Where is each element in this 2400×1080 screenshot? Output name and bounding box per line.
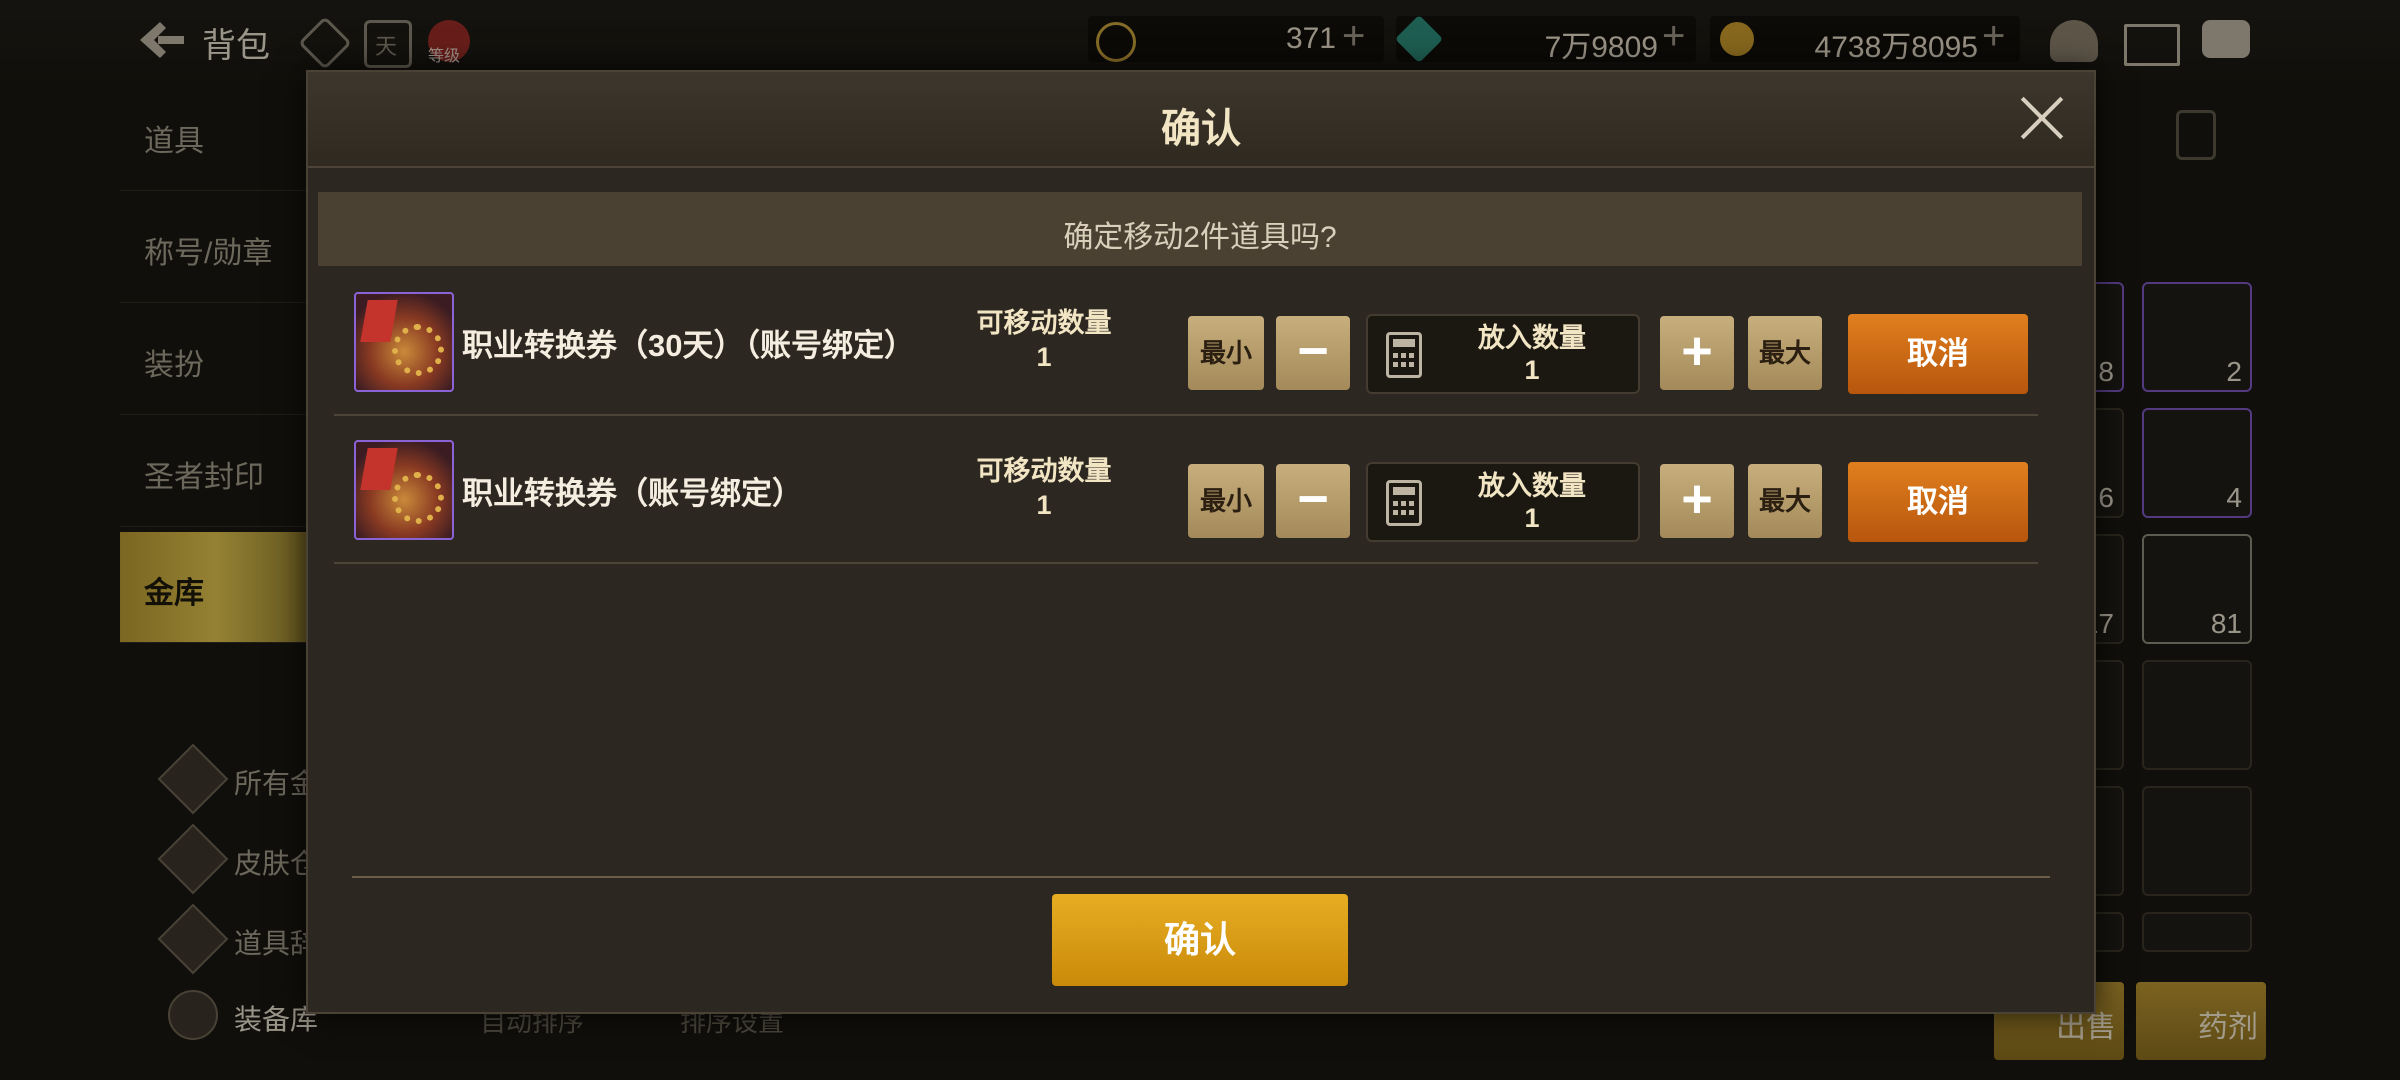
item-row: 职业转换券（账号绑定） 可移动数量 1 最小 − 放入数量 1 + 最大 取消	[334, 416, 2038, 564]
cancel-button[interactable]: 取消	[1848, 462, 2028, 542]
question-bar: 确定移动2件道具吗?	[318, 192, 2082, 266]
job-change-ticket-icon	[354, 440, 454, 540]
quantity-input[interactable]: 放入数量 1	[1366, 462, 1640, 542]
min-button[interactable]: 最小	[1188, 464, 1264, 538]
movable-value: 1	[1036, 490, 1052, 520]
confirm-button[interactable]: 确认	[1052, 894, 1348, 986]
decrement-button[interactable]: −	[1276, 464, 1350, 538]
calculator-icon[interactable]	[1386, 480, 1422, 526]
cancel-button[interactable]: 取消	[1848, 314, 2028, 394]
quantity-label: 放入数量	[1478, 323, 1586, 353]
quantity-value: 1	[1524, 355, 1540, 385]
quantity-display: 放入数量 1	[1432, 322, 1632, 386]
question-text: 确定移动2件道具吗?	[1063, 221, 1337, 254]
close-icon[interactable]	[2018, 94, 2066, 142]
calculator-icon[interactable]	[1386, 332, 1422, 378]
quantity-label: 放入数量	[1478, 471, 1586, 501]
item-name: 职业转换券（30天）（账号绑定）	[462, 328, 915, 363]
movable-label: 可移动数量	[976, 308, 1112, 338]
confirm-dialog: 确认 确定移动2件道具吗? 职业转换券（30天）（账号绑定） 可移动数量 1 最…	[306, 70, 2096, 1014]
bound-badge-icon	[360, 300, 398, 342]
quantity-input[interactable]: 放入数量 1	[1366, 314, 1640, 394]
item-row: 职业转换券（30天）（账号绑定） 可移动数量 1 最小 − 放入数量 1 + 最…	[334, 268, 2038, 416]
min-button[interactable]: 最小	[1188, 316, 1264, 390]
footer-divider	[352, 876, 2050, 878]
movable-value: 1	[1036, 342, 1052, 372]
movable-quantity: 可移动数量 1	[964, 306, 1124, 374]
decrement-button[interactable]: −	[1276, 316, 1350, 390]
dialog-header: 确认	[308, 72, 2094, 168]
movable-label: 可移动数量	[976, 456, 1112, 486]
gear-icon	[392, 324, 444, 376]
increment-button[interactable]: +	[1660, 464, 1734, 538]
increment-button[interactable]: +	[1660, 316, 1734, 390]
dialog-title: 确认	[1161, 107, 1241, 151]
movable-quantity: 可移动数量 1	[964, 454, 1124, 522]
bound-badge-icon	[360, 448, 398, 490]
quantity-display: 放入数量 1	[1432, 470, 1632, 534]
max-button[interactable]: 最大	[1748, 464, 1822, 538]
quantity-value: 1	[1524, 503, 1540, 533]
item-name: 职业转换券（账号绑定）	[462, 476, 803, 511]
gear-icon	[392, 472, 444, 524]
job-change-ticket-icon	[354, 292, 454, 392]
max-button[interactable]: 最大	[1748, 316, 1822, 390]
